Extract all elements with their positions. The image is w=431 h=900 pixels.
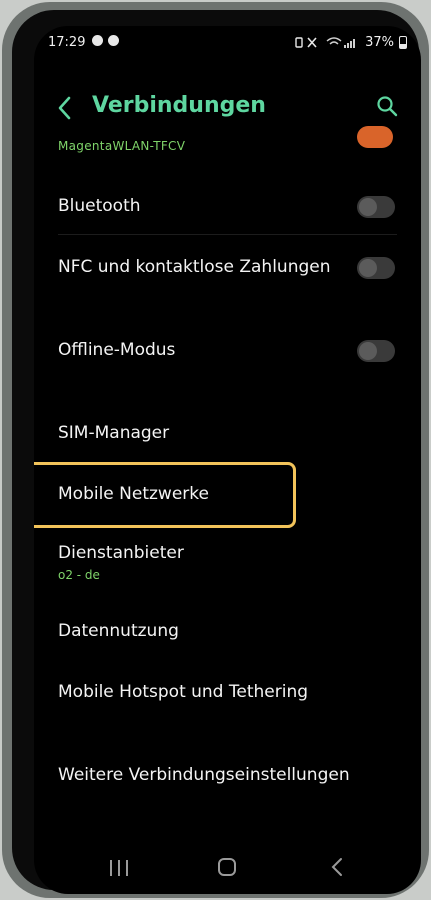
nav-back-icon[interactable] <box>330 856 344 878</box>
phone-bezel: 17:29 37% Verbindungen MagentaWLAN-TFCV … <box>12 10 421 894</box>
navigation-bar <box>34 842 421 894</box>
setting-nfc[interactable]: NFC und kontaktlose Zahlungen <box>34 253 421 293</box>
back-icon[interactable] <box>54 94 76 122</box>
notification-icons <box>92 35 119 46</box>
setting-sublabel: o2 - de <box>58 568 100 582</box>
setting-bluetooth[interactable]: Bluetooth <box>34 192 421 232</box>
setting-label: Bluetooth <box>58 196 141 216</box>
setting-sim-manager[interactable]: SIM-Manager <box>34 419 421 459</box>
app-notification-icon <box>108 35 119 46</box>
recents-icon[interactable] <box>110 860 128 876</box>
setting-label: Weitere Verbindungseinstellungen <box>58 765 350 785</box>
highlight-frame <box>34 462 296 528</box>
setting-label: NFC und kontaktlose Zahlungen <box>58 257 331 277</box>
nfc-toggle[interactable] <box>357 257 395 279</box>
setting-label: Offline-Modus <box>58 340 176 360</box>
screen: 17:29 37% Verbindungen MagentaWLAN-TFCV … <box>34 26 421 894</box>
toggle-knob <box>359 198 377 216</box>
battery-icon <box>399 36 407 49</box>
wlan-toggle[interactable] <box>357 126 393 148</box>
search-icon[interactable] <box>375 94 399 118</box>
home-icon[interactable] <box>218 858 236 876</box>
setting-service-provider[interactable]: Dienstanbieter o2 - de <box>34 539 421 587</box>
setting-more-connections[interactable]: Weitere Verbindungseinstellungen <box>34 761 421 801</box>
divider <box>58 234 397 235</box>
status-right: 37% <box>295 35 407 50</box>
setting-label: Mobile Hotspot und Tethering <box>58 682 309 702</box>
offline-mode-toggle[interactable] <box>357 340 395 362</box>
status-time: 17:29 <box>48 35 86 50</box>
setting-hotspot-tethering[interactable]: Mobile Hotspot und Tethering <box>34 678 421 718</box>
wifi-signal-icon <box>326 37 356 48</box>
facebook-icon <box>92 35 103 46</box>
toggle-knob <box>359 259 377 277</box>
mute-icon <box>295 37 317 48</box>
setting-data-usage[interactable]: Datennutzung <box>34 617 421 657</box>
setting-label: Datennutzung <box>58 621 179 641</box>
wlan-network-name: MagentaWLAN-TFCV <box>58 139 186 153</box>
bluetooth-toggle[interactable] <box>357 196 395 218</box>
status-bar: 17:29 37% <box>34 26 421 60</box>
phone-frame: 17:29 37% Verbindungen MagentaWLAN-TFCV … <box>2 2 429 898</box>
setting-offline-mode[interactable]: Offline-Modus <box>34 336 421 376</box>
app-header: Verbindungen <box>34 88 421 128</box>
setting-label: Dienstanbieter <box>58 543 184 563</box>
page-title: Verbindungen <box>92 93 266 118</box>
battery-percent: 37% <box>365 35 394 50</box>
setting-label: SIM-Manager <box>58 423 170 443</box>
toggle-knob <box>359 342 377 360</box>
